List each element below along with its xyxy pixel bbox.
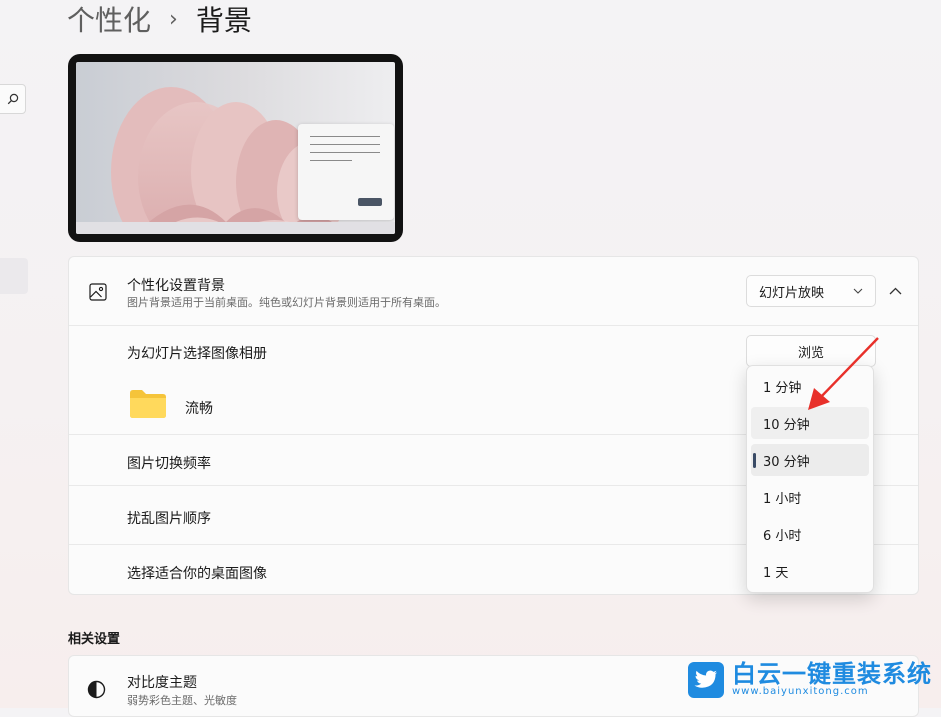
background-type-value: 幻灯片放映 (759, 285, 825, 301)
search-icon (7, 93, 19, 105)
interval-option[interactable]: 6 小时 (751, 518, 869, 550)
preview-taskbar (76, 222, 395, 234)
chevron-down-icon (853, 288, 863, 294)
watermark-title: 白云一键重装系统 (732, 660, 932, 688)
selection-indicator (753, 453, 756, 468)
shuffle-label: 扰乱图片顺序 (127, 511, 211, 527)
interval-option[interactable]: 1 天 (751, 555, 869, 587)
folder-name: 流畅 (185, 401, 213, 417)
contrast-theme-subtitle: 弱势彩色主题、光敏度 (127, 694, 237, 707)
picture-icon (89, 283, 107, 301)
interval-option[interactable]: 1 小时 (751, 481, 869, 513)
background-subtitle: 图片背景适用于当前桌面。纯色或幻灯片背景则适用于所有桌面。 (127, 296, 446, 309)
site-watermark: 白云一键重装系统 www.baiyunxitong.com (688, 662, 932, 698)
related-settings-heading: 相关设置 (68, 632, 121, 647)
contrast-theme-title: 对比度主题 (127, 675, 197, 691)
breadcrumb-separator: › (169, 6, 178, 32)
contrast-icon (87, 680, 106, 699)
personalize-background-row: 个性化设置背景 图片背景适用于当前桌面。纯色或幻灯片背景则适用于所有桌面。 幻灯… (69, 257, 918, 325)
chevron-up-icon[interactable] (889, 287, 902, 295)
wallpaper-preview-image (76, 62, 395, 234)
background-type-combobox[interactable]: 幻灯片放映 (746, 275, 876, 307)
desktop-preview (68, 54, 403, 242)
preview-window (298, 124, 394, 220)
interval-label: 图片切换频率 (127, 456, 211, 472)
sidebar-item-selected[interactable] (0, 258, 28, 294)
folder-icon (130, 390, 166, 418)
page-title: 背景 (195, 4, 252, 37)
background-title: 个性化设置背景 (127, 278, 225, 294)
search-input[interactable] (0, 84, 26, 114)
album-label: 为幻灯片选择图像相册 (127, 346, 267, 362)
twitter-bird-icon (688, 662, 724, 698)
red-arrow-annotation (808, 337, 879, 410)
breadcrumb-parent[interactable]: 个性化 (67, 0, 151, 39)
interval-option-selected[interactable]: 30 分钟 (751, 444, 869, 476)
breadcrumb: 个性化 › 背景 (67, 0, 252, 38)
fit-label: 选择适合你的桌面图像 (127, 566, 267, 582)
